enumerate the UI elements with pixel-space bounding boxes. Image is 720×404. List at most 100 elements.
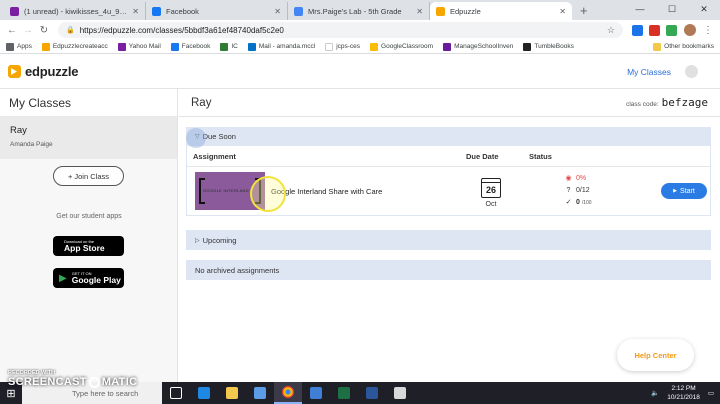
profile-avatar[interactable] xyxy=(684,24,696,36)
upcoming-toggle[interactable]: ▷ Upcoming xyxy=(186,230,711,250)
class-code-label: class code: xyxy=(626,101,659,108)
logo-text[interactable]: edpuzzle xyxy=(25,64,78,79)
tab-title: Mrs.Paige's Lab - 5th Grade xyxy=(308,6,402,16)
edge-icon[interactable] xyxy=(190,382,218,404)
speaker-icon[interactable]: 🔈 xyxy=(651,389,659,397)
window-controls: — ☐ ✕ xyxy=(624,0,720,18)
forward-arrow-icon[interactable]: → xyxy=(20,25,36,36)
store-big-text: Google Play xyxy=(71,274,121,285)
join-class-button[interactable]: + Join Class xyxy=(53,166,124,186)
excel-icon[interactable] xyxy=(330,382,358,404)
mail-icon[interactable] xyxy=(302,382,330,404)
extension-icon[interactable] xyxy=(632,24,643,36)
notification-icon[interactable]: ▭ xyxy=(708,389,714,397)
outlook-icon xyxy=(247,42,256,51)
close-tab-icon[interactable]: ✕ xyxy=(274,7,281,16)
bookmark-item[interactable]: GoogleClassroom xyxy=(370,42,433,51)
yahoo-mail-icon xyxy=(10,6,19,16)
section-label: Due Soon xyxy=(202,132,236,141)
check-circle-icon: ✓ xyxy=(565,199,572,206)
assignment-status: ◉ 0% ? 0/12 ✓ 0 /100 xyxy=(564,173,654,209)
maximize-icon[interactable]: ☐ xyxy=(656,4,688,15)
back-arrow-icon[interactable]: ← xyxy=(4,25,20,36)
browser-tab-yahoo[interactable]: (1 unread) - kiwikisses_4u_99@y ✕ xyxy=(4,2,146,20)
close-tab-icon[interactable]: ✕ xyxy=(559,7,566,16)
clock-date: 10/21/2018 xyxy=(667,394,700,401)
triangle-right-icon: ▷ xyxy=(195,237,200,244)
page-icon xyxy=(325,42,334,51)
extension-icon[interactable] xyxy=(649,24,660,36)
reload-icon[interactable]: ↻ xyxy=(36,25,52,36)
other-bookmarks[interactable]: Other bookmarks xyxy=(653,42,714,51)
bookmark-item[interactable]: Yahoo Mail xyxy=(117,42,161,51)
browser-tab-strip: (1 unread) - kiwikisses_4u_99@y ✕ Facebo… xyxy=(0,0,720,20)
task-view-icon[interactable] xyxy=(162,382,190,404)
close-tab-icon[interactable]: ✕ xyxy=(132,7,139,16)
minimize-icon[interactable]: — xyxy=(624,4,656,14)
sidebar-title: My Classes xyxy=(0,89,177,117)
windows-start-icon[interactable]: ⊞ xyxy=(0,387,22,400)
user-avatar[interactable] xyxy=(685,65,698,78)
taskbar-clock[interactable]: 2:12 PM 10/21/2018 xyxy=(667,384,700,402)
apps-grid-icon xyxy=(6,42,14,51)
bookmark-item[interactable]: Edpuzzlecreateacc xyxy=(41,42,108,51)
bookmark-item[interactable]: ManageSchoolInven xyxy=(443,42,513,51)
bookmarks-bar: Apps Edpuzzlecreateacc Yahoo Mail Facebo… xyxy=(0,40,720,54)
edpuzzle-icon xyxy=(41,42,50,51)
tumblebooks-icon xyxy=(523,42,532,51)
bookmark-star-icon[interactable]: ☆ xyxy=(607,25,615,36)
due-day: 26 xyxy=(485,184,496,195)
due-soon-toggle[interactable]: ▽ Due Soon xyxy=(186,127,711,146)
browser-tab-edpuzzle[interactable]: Edpuzzle ✕ xyxy=(430,2,572,20)
app-store-button[interactable]: Download on the App Store xyxy=(53,236,124,256)
bookmark-item[interactable]: Apps xyxy=(6,42,32,51)
bookmark-item[interactable]: TumbleBooks xyxy=(523,42,574,51)
recording-watermark: RECORDED WITH SCREENCAST MATIC xyxy=(8,370,137,388)
store-big-text: App Store xyxy=(64,242,105,253)
bookmark-item[interactable]: Mail - amanda.mccl xyxy=(247,42,315,51)
address-bar[interactable]: 🔒 https://edpuzzle.com/classes/5bbdf3a61… xyxy=(58,22,623,38)
app-icon[interactable] xyxy=(386,382,414,404)
word-icon[interactable] xyxy=(358,382,386,404)
edpuzzle-icon xyxy=(436,6,445,16)
folder-icon xyxy=(653,42,662,51)
classroom-icon xyxy=(370,42,379,51)
cursor-highlight xyxy=(250,176,286,212)
browser-tab-lab[interactable]: Mrs.Paige's Lab - 5th Grade ✕ xyxy=(288,2,430,20)
start-button[interactable]: ▶ Start xyxy=(661,183,707,199)
watermark-logo-icon xyxy=(88,376,100,388)
upcoming-section[interactable]: ▷ Upcoming xyxy=(186,230,711,250)
new-tab-button[interactable]: + xyxy=(572,3,596,20)
due-month: Oct xyxy=(485,200,497,208)
my-classes-link[interactable]: My Classes xyxy=(627,67,671,77)
bookmark-item[interactable]: jcps-ces xyxy=(325,42,360,51)
bookmark-item[interactable]: IC xyxy=(220,42,238,51)
file-explorer-icon[interactable] xyxy=(218,382,246,404)
app-header: edpuzzle My Classes xyxy=(0,55,720,89)
section-label: Upcoming xyxy=(202,235,237,245)
score-value: 0 xyxy=(576,199,580,206)
assignment-name[interactable]: Google Interland Share with Care xyxy=(271,187,466,196)
sidebar-item-class[interactable]: Ray Amanda Paige xyxy=(0,117,177,159)
edpuzzle-logo-icon xyxy=(8,65,21,78)
extension-icon[interactable] xyxy=(666,24,677,36)
browser-tab-facebook[interactable]: Facebook ✕ xyxy=(146,2,288,20)
bookmark-item[interactable]: Facebook xyxy=(170,42,210,51)
taskbar-search-placeholder: Type here to search xyxy=(72,388,139,398)
store-icon[interactable] xyxy=(246,382,274,404)
ic-icon xyxy=(220,42,229,51)
chrome-icon[interactable] xyxy=(274,382,302,404)
google-play-button[interactable]: ▶ GET IT ON Google Play xyxy=(53,268,124,288)
watermark-brand-right: MATIC xyxy=(101,376,138,388)
close-tab-icon[interactable]: ✕ xyxy=(416,7,423,16)
google-sites-icon xyxy=(294,6,303,16)
close-window-icon[interactable]: ✕ xyxy=(688,4,720,15)
lock-icon: 🔒 xyxy=(66,27,75,34)
assignment-table-header: Assignment Due Date Status xyxy=(186,146,711,166)
start-label: Start xyxy=(680,187,695,195)
kebab-menu-icon[interactable]: ⋮ xyxy=(700,25,716,36)
class-teacher: Amanda Paige xyxy=(10,141,53,148)
help-center-button[interactable]: Help Center xyxy=(617,339,694,371)
class-header: Ray class code: befzage xyxy=(179,89,720,117)
google-play-icon: ▶ xyxy=(59,272,67,284)
